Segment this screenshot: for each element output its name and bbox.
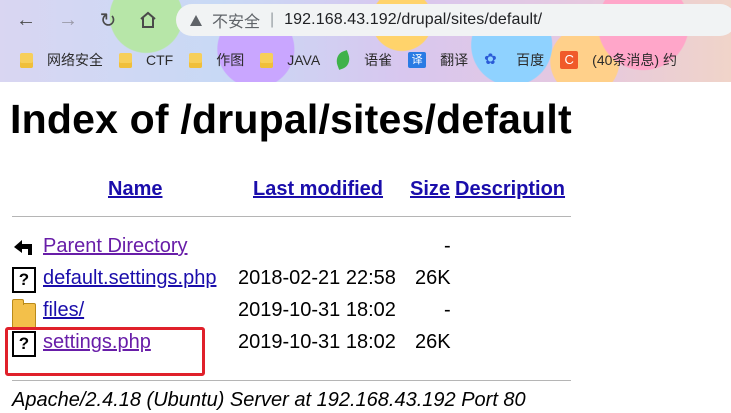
- bookmark-baidu[interactable]: ✿ 百度: [484, 50, 544, 70]
- server-signature: Apache/2.4.18 (Ubuntu) Server at 192.168…: [12, 389, 526, 411]
- sort-by-description-link[interactable]: Description: [455, 178, 565, 201]
- table-row: ? default.settings.php 2018-02-21 22:58 …: [12, 266, 572, 296]
- file-size: -: [444, 235, 451, 257]
- red-highlight-box: [5, 327, 205, 376]
- bookmark-ctf[interactable]: CTF: [119, 52, 173, 68]
- file-size: 26K: [415, 267, 451, 289]
- bookmark-java[interactable]: JAVA: [260, 52, 320, 68]
- sort-by-name-link[interactable]: Name: [108, 178, 162, 201]
- browser-toolbar: ← → ↻ 不安全 | 192.168.43.192/drupal/sites/…: [0, 0, 731, 40]
- bookmark-zuotu[interactable]: 作图: [189, 50, 244, 70]
- file-link-default-settings[interactable]: default.settings.php: [43, 267, 216, 290]
- bookmarks-bar: 网络安全 CTF 作图 JAVA 语雀 译 翻译 ✿ 百度 C (40条消息) …: [0, 44, 731, 76]
- reload-button[interactable]: ↻: [94, 6, 122, 34]
- back-arrow-icon: [14, 240, 32, 255]
- parent-directory-link[interactable]: Parent Directory: [43, 235, 188, 258]
- last-modified: 2019-10-31 18:02: [238, 299, 396, 321]
- back-arrow-icon: ←: [16, 8, 36, 31]
- warning-icon: [190, 14, 202, 26]
- last-modified: 2018-02-21 22:58: [238, 267, 396, 289]
- address-bar[interactable]: 不安全 | 192.168.43.192/drupal/sites/defaul…: [176, 4, 731, 36]
- bookmark-label: 百度: [516, 52, 545, 68]
- bookmark-label: CTF: [146, 52, 174, 68]
- bookmark-label: 作图: [216, 52, 245, 68]
- forward-button[interactable]: →: [54, 6, 82, 34]
- baidu-paw-icon: ✿: [484, 51, 497, 68]
- bookmark-label: 语雀: [364, 52, 393, 68]
- security-label: 不安全: [212, 14, 261, 31]
- forward-arrow-icon: →: [58, 8, 78, 31]
- url-text[interactable]: 192.168.43.192/drupal/sites/default/: [284, 11, 542, 29]
- bookmark-csdn[interactable]: C (40条消息) 约: [560, 50, 677, 70]
- address-separator: |: [270, 11, 275, 28]
- home-icon: [140, 11, 156, 28]
- sort-by-size-link[interactable]: Size: [410, 178, 450, 201]
- yuque-leaf-icon: [333, 50, 353, 70]
- file-size: 26K: [415, 331, 451, 353]
- file-size: -: [444, 299, 451, 321]
- bookmark-fanyi[interactable]: 译 翻译: [408, 50, 468, 70]
- home-button[interactable]: [134, 6, 162, 34]
- fanyi-icon: 译: [408, 52, 427, 68]
- folder-icon: [20, 52, 33, 68]
- table-row: files/ 2019-10-31 18:02 -: [12, 298, 572, 329]
- csdn-icon: C: [560, 51, 579, 69]
- bookmark-label: JAVA: [287, 52, 321, 68]
- reload-icon: ↻: [99, 9, 117, 32]
- page-content: Index of /drupal/sites/default Name Last…: [0, 82, 731, 413]
- folder-link-files[interactable]: files/: [43, 299, 84, 322]
- footer-divider: [12, 380, 571, 381]
- sort-by-last-modified-link[interactable]: Last modified: [253, 178, 383, 201]
- folder-icon: [260, 52, 274, 68]
- back-button[interactable]: ←: [12, 6, 40, 34]
- folder-icon: [119, 52, 132, 68]
- table-row: Parent Directory -: [12, 234, 572, 264]
- bookmark-label: (40条消息) 约: [592, 52, 677, 68]
- last-modified: 2019-10-31 18:02: [238, 331, 396, 353]
- bookmark-label: 网络安全: [47, 52, 103, 68]
- folder-icon: [12, 299, 36, 329]
- header-divider: [12, 216, 571, 217]
- bookmark-wangluoanquan[interactable]: 网络安全: [20, 50, 103, 70]
- bookmark-label: 翻译: [440, 52, 469, 68]
- unknown-file-icon: ?: [12, 267, 36, 293]
- browser-chrome: ← → ↻ 不安全 | 192.168.43.192/drupal/sites/…: [0, 0, 731, 82]
- bookmark-yuque[interactable]: 语雀: [333, 50, 393, 70]
- folder-icon: [189, 52, 203, 68]
- page-title: Index of /drupal/sites/default: [10, 96, 572, 142]
